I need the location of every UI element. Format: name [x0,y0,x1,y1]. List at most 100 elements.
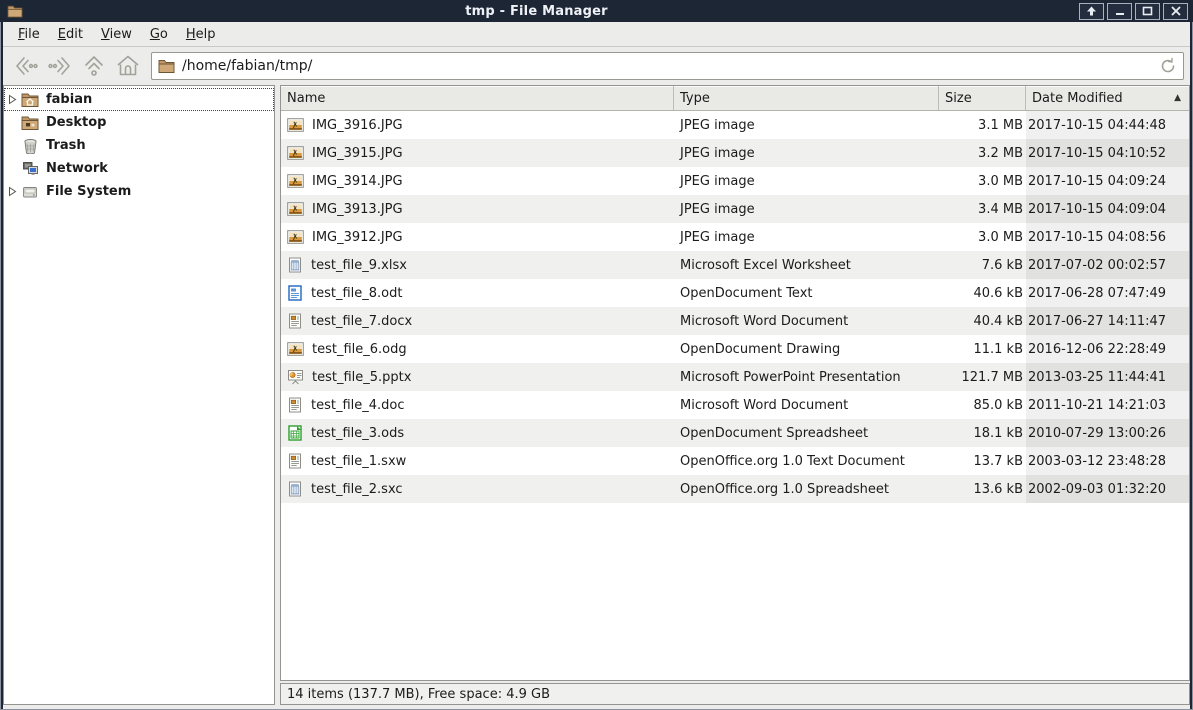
photo-icon [287,229,304,245]
file-row-IMG_3913.JPG[interactable]: IMG_3913.JPG JPEG image 3.4 MB 2017-10-15 0… [281,195,1189,223]
file-name: test_file_6.odg [312,341,407,357]
maximize-icon [1142,6,1153,16]
list-rows: IMG_3916.JPG JPEG image 3.1 MB 2017-10-15 0… [281,111,1189,680]
column-header-date[interactable]: Date Modified ▲ [1026,86,1189,110]
file-row-IMG_3915.JPG[interactable]: IMG_3915.JPG JPEG image 3.2 MB 2017-10-15 0… [281,139,1189,167]
close-button[interactable] [1163,2,1188,20]
type-cell: JPEG image [680,173,755,189]
file-row-test_file_4.doc[interactable]: test_file_4.doc Microsoft Word Document 85… [281,391,1189,419]
menu-view[interactable]: View [92,24,141,45]
sidebar-item-desktop[interactable]: Desktop [4,111,274,134]
sidebar-item-file-system[interactable]: File System [4,180,274,203]
date-cell: 2017-06-27 14:11:47 [1026,307,1189,335]
file-row-test_file_3.ods[interactable]: test_file_3.ods OpenDocument Spreadsheet 1… [281,419,1189,447]
name-cell: test_file_5.pptx [281,363,674,391]
type-cell: JPEG image [680,201,755,217]
path-input[interactable] [182,57,1155,74]
sidebar-item-label: File System [46,184,132,199]
type-cell: JPEG image [680,229,755,245]
back-button[interactable] [9,51,43,81]
sidebar-tree: fabian Desktop Trash Network File System [3,85,275,705]
column-header-size[interactable]: Size [939,86,1026,110]
name-cell: test_file_8.odt [281,279,674,307]
up-button[interactable] [77,51,111,81]
date-cell: 2011-10-21 14:21:03 [1026,391,1189,419]
file-row-IMG_3914.JPG[interactable]: IMG_3914.JPG JPEG image 3.0 MB 2017-10-15 0… [281,167,1189,195]
sidebar-item-label: Network [46,161,108,176]
size-cell: 3.4 MB [978,201,1023,217]
date-cell: 2017-10-15 04:09:24 [1026,167,1189,195]
type-cell: JPEG image [680,145,755,161]
name-cell: test_file_7.docx [281,307,674,335]
shade-button[interactable] [1079,2,1104,20]
date-cell: 2002-09-03 01:32:20 [1026,475,1189,503]
file-row-test_file_8.odt[interactable]: test_file_8.odt OpenDocument Text 40.6 kB 2… [281,279,1189,307]
expander-icon[interactable] [4,94,20,105]
date-cell: 2017-10-15 04:44:48 [1026,111,1189,139]
maximize-button[interactable] [1135,2,1160,20]
right-pane: Name Type Size Date Modified ▲ IMG_3916.JPG J… [280,85,1190,705]
type-cell: JPEG image [680,117,755,133]
photo-icon [287,341,304,357]
toolbar [3,47,1190,84]
date-cell: 2016-12-06 22:28:49 [1026,335,1189,363]
file-row-test_file_5.pptx[interactable]: test_file_5.pptx Microsoft PowerPoint Pre… [281,363,1189,391]
file-row-test_file_9.xlsx[interactable]: test_file_9.xlsx Microsoft Excel Workshee… [281,251,1189,279]
column-header-name[interactable]: Name [281,86,674,110]
back-icon [16,56,38,75]
date-cell: 2017-07-02 00:02:57 [1026,251,1189,279]
list-header: Name Type Size Date Modified ▲ [281,86,1189,111]
minimize-icon [1115,13,1124,15]
sidebar-item-trash[interactable]: Trash [4,134,274,157]
name-cell: test_file_9.xlsx [281,251,674,279]
size-cell: 85.0 kB [973,397,1023,413]
file-name: IMG_3916.JPG [312,117,403,133]
sheet-green-icon [287,425,303,441]
menu-edit[interactable]: Edit [49,24,92,45]
main-area: fabian Desktop Trash Network File System Nam… [3,84,1190,709]
minimize-button[interactable] [1107,2,1132,20]
size-cell: 3.2 MB [978,145,1023,161]
file-row-test_file_2.sxc[interactable]: test_file_2.sxc OpenOffice.org 1.0 Spread… [281,475,1189,503]
menu-help[interactable]: Help [177,24,225,45]
file-name: test_file_3.ods [311,425,405,441]
type-cell: OpenOffice.org 1.0 Spreadsheet [680,481,889,497]
file-list: Name Type Size Date Modified ▲ IMG_3916.JPG J… [280,85,1190,681]
file-row-test_file_1.sxw[interactable]: test_file_1.sxw OpenOffice.org 1.0 Text D… [281,447,1189,475]
name-cell: test_file_2.sxc [281,475,674,503]
size-cell: 11.1 kB [973,341,1023,357]
column-header-type[interactable]: Type [674,86,939,110]
date-cell: 2017-10-15 04:09:04 [1026,195,1189,223]
size-cell: 121.7 MB [961,369,1023,385]
trash-icon [20,138,40,154]
menu-go[interactable]: Go [141,24,177,45]
reload-icon[interactable] [1159,57,1177,75]
file-row-test_file_6.odg[interactable]: test_file_6.odg OpenDocument Drawing 11.1 … [281,335,1189,363]
path-bar [151,51,1184,80]
type-cell: Microsoft Word Document [680,313,849,329]
column-header-label: Date Modified [1032,90,1123,106]
file-name: IMG_3915.JPG [312,145,403,161]
close-icon [1170,6,1181,16]
name-cell: test_file_4.doc [281,391,674,419]
sidebar-item-label: fabian [46,92,93,107]
file-name: test_file_5.pptx [312,369,412,385]
titlebar[interactable]: tmp - File Manager [0,0,1193,22]
forward-button[interactable] [43,51,77,81]
file-row-test_file_7.docx[interactable]: test_file_7.docx Microsoft Word Document 4… [281,307,1189,335]
sidebar-item-network[interactable]: Network [4,157,274,180]
file-row-IMG_3912.JPG[interactable]: IMG_3912.JPG JPEG image 3.0 MB 2017-10-15 0… [281,223,1189,251]
desktop-folder-icon [20,115,40,130]
photo-icon [287,117,304,133]
sidebar-item-fabian[interactable]: fabian [4,88,274,111]
home-button[interactable] [111,51,145,81]
photo-icon [287,145,304,161]
menu-file[interactable]: File [9,24,49,45]
file-row-IMG_3916.JPG[interactable]: IMG_3916.JPG JPEG image 3.1 MB 2017-10-15 0… [281,111,1189,139]
type-cell: Microsoft Excel Worksheet [680,257,851,273]
file-name: IMG_3912.JPG [312,229,403,245]
size-cell: 3.0 MB [978,173,1023,189]
size-cell: 3.1 MB [978,117,1023,133]
expander-icon[interactable] [4,186,20,197]
date-cell: 2017-06-28 07:47:49 [1026,279,1189,307]
